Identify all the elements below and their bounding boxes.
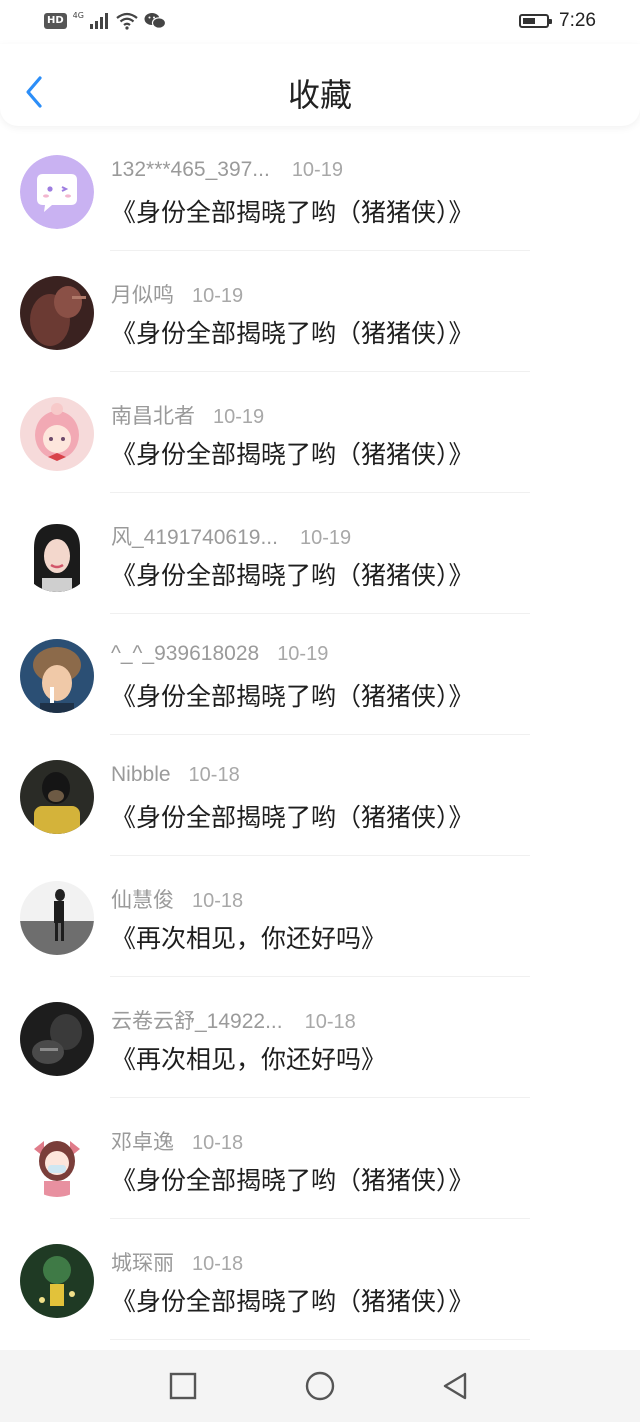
item-title: 《身份全部揭晓了哟（猪猪侠）》 (111, 440, 474, 469)
avatar (20, 760, 94, 834)
photo-avatar (20, 1244, 94, 1318)
page-title: 收藏 (287, 76, 352, 114)
date: 10-19 (192, 285, 244, 307)
username: 月似鸣 (111, 284, 174, 307)
item-title: 《身份全部揭晓了哟（猪猪侠）》 (111, 682, 474, 711)
status-left: HD 4G (44, 10, 166, 32)
avatar (20, 155, 94, 229)
list-item[interactable]: 月似鸣 10-19 《身份全部揭晓了哟（猪猪侠）》 (0, 251, 640, 372)
back-nav-button[interactable] (439, 1370, 471, 1402)
avatar (20, 1123, 94, 1197)
status-time: 7:26 (559, 10, 596, 31)
username: 云卷云舒_14922... (111, 1010, 283, 1033)
username: 城琛丽 (111, 1252, 174, 1275)
username: 南昌北者 (111, 405, 195, 428)
username: 风_4191740619... (111, 526, 278, 549)
photo-avatar (20, 639, 94, 713)
list-item[interactable]: 132***465_397... 10-19 《身份全部揭晓了哟（猪猪侠）》 (0, 130, 640, 251)
wifi-icon (116, 12, 138, 30)
username: Nibble (111, 763, 171, 786)
item-title: 《身份全部揭晓了哟（猪猪侠）》 (111, 1287, 474, 1316)
photo-avatar (20, 276, 94, 350)
network-type: 4G (72, 11, 84, 20)
system-nav-bar (0, 1350, 640, 1422)
signal-icon (89, 13, 108, 29)
photo-avatar (20, 881, 94, 955)
home-button[interactable] (304, 1370, 336, 1402)
anime-girl-avatar (20, 397, 94, 471)
home-icon (305, 1371, 335, 1401)
list-item[interactable]: ^_^_939618028 10-19 《身份全部揭晓了哟（猪猪侠）》 (0, 614, 640, 735)
date: 10-19 (291, 159, 343, 181)
list-item[interactable]: 仙慧俊 10-18 《再次相见，你还好吗》 (0, 856, 640, 977)
item-title: 《身份全部揭晓了哟（猪猪侠）》 (111, 561, 474, 590)
date: 10-18 (192, 1132, 244, 1154)
app-header: 收藏 (0, 44, 640, 126)
date: 10-19 (277, 643, 329, 665)
avatar (20, 1244, 94, 1318)
recent-apps-icon (169, 1372, 197, 1400)
username: 邓卓逸 (111, 1131, 174, 1154)
date: 10-18 (192, 890, 244, 912)
list-item[interactable]: 云卷云舒_14922... 10-18 《再次相见，你还好吗》 (0, 977, 640, 1098)
username: 仙慧俊 (111, 889, 174, 912)
username: 132***465_397... (111, 158, 270, 181)
list-item[interactable]: 城琛丽 10-18 《身份全部揭晓了哟（猪猪侠）》 (0, 1219, 640, 1340)
date: 10-18 (192, 1253, 244, 1275)
item-title: 《身份全部揭晓了哟（猪猪侠）》 (111, 319, 474, 348)
avatar (20, 276, 94, 350)
status-bar: HD 4G 7:26 (0, 0, 640, 44)
photo-avatar (20, 760, 94, 834)
list-item[interactable]: 南昌北者 10-19 《身份全部揭晓了哟（猪猪侠）》 (0, 372, 640, 493)
avatar (20, 397, 94, 471)
date: 10-19 (213, 406, 265, 428)
list-item[interactable]: 风_4191740619... 10-19 《身份全部揭晓了哟（猪猪侠）》 (0, 493, 640, 614)
item-title: 《再次相见，你还好吗》 (111, 924, 387, 953)
back-icon (443, 1372, 467, 1400)
item-title: 《身份全部揭晓了哟（猪猪侠）》 (111, 803, 474, 832)
avatar (20, 518, 94, 592)
date: 10-18 (188, 764, 240, 786)
date: 10-19 (299, 527, 352, 549)
battery-icon (519, 14, 553, 28)
hd-badge: HD (44, 13, 67, 29)
avatar (20, 881, 94, 955)
avatar (20, 1002, 94, 1076)
wechat-icon (144, 13, 166, 29)
photo-avatar (20, 1002, 94, 1076)
avatar (20, 639, 94, 713)
favorites-list: 132***465_397... 10-19 《身份全部揭晓了哟（猪猪侠）》 月… (0, 130, 640, 1340)
recent-apps-button[interactable] (167, 1370, 199, 1402)
item-title: 《再次相见，你还好吗》 (111, 1045, 387, 1074)
photo-avatar (20, 518, 94, 592)
list-item[interactable]: Nibble 10-18 《身份全部揭晓了哟（猪猪侠）》 (0, 735, 640, 856)
username: ^_^_939618028 (111, 642, 260, 665)
item-title: 《身份全部揭晓了哟（猪猪侠）》 (111, 198, 474, 227)
anime-girl-avatar (20, 1123, 94, 1197)
item-title: 《身份全部揭晓了哟（猪猪侠）》 (111, 1166, 474, 1195)
date: 10-18 (304, 1011, 356, 1033)
list-item[interactable]: 邓卓逸 10-18 《身份全部揭晓了哟（猪猪侠）》 (0, 1098, 640, 1219)
cartoon-chat-avatar (20, 155, 94, 229)
status-right: 7:26 (519, 9, 596, 33)
